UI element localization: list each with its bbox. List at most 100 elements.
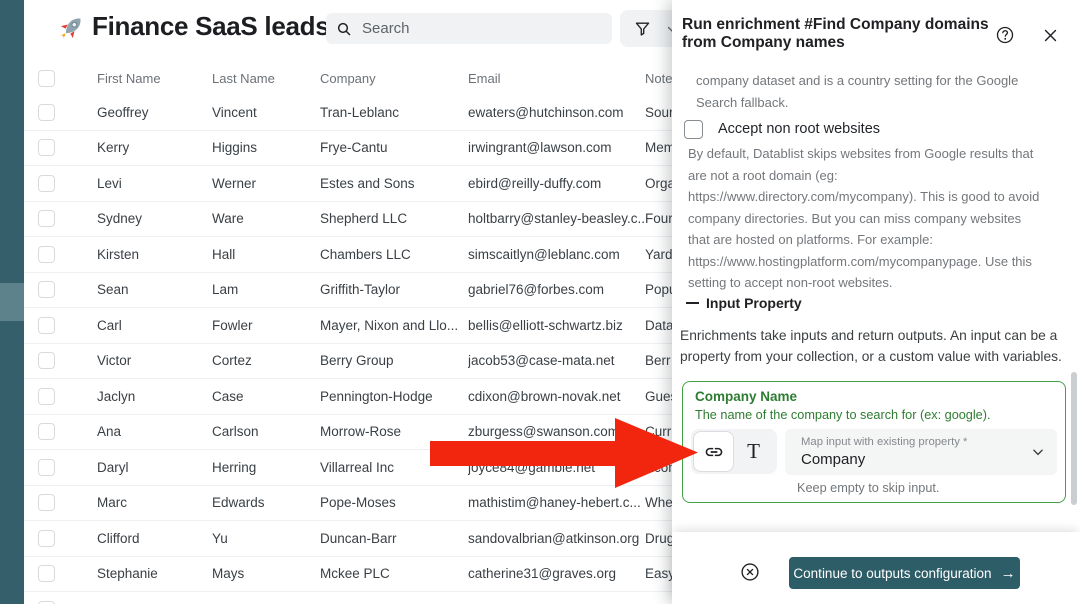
cell-email: irwingrant@lawson.com	[468, 140, 645, 155]
cell-first-name: Geoffrey	[97, 105, 212, 120]
cell-email: holtbarry@stanley-beasley.c...	[468, 211, 645, 226]
input-property-section-title: Input Property	[706, 295, 802, 311]
cell-email: mathistim@haney-hebert.c...	[468, 495, 645, 510]
enrichment-panel: Run enrichment #Find Company domains fro…	[672, 0, 1080, 604]
row-checkbox[interactable]	[38, 459, 55, 476]
cell-company: Pope-Moses	[320, 495, 468, 510]
company-name-input-card: Company Name The name of the company to …	[682, 381, 1066, 503]
cell-company: Duncan-Barr	[320, 531, 468, 546]
row-checkbox[interactable]	[38, 530, 55, 547]
cell-first-name: Victor	[97, 353, 212, 368]
filter-funnel-icon	[634, 20, 651, 37]
cell-company: Estes and Sons	[320, 176, 468, 191]
cell-first-name: Levi	[97, 176, 212, 191]
row-checkbox[interactable]	[38, 388, 55, 405]
input-mode-toggle: T	[691, 429, 777, 474]
cell-last-name: Herring	[212, 460, 320, 475]
column-header-email[interactable]: Email	[468, 71, 645, 86]
column-header-company[interactable]: Company	[320, 71, 468, 86]
accept-non-root-checkbox[interactable]	[684, 120, 703, 139]
help-icon	[995, 25, 1015, 45]
panel-scrollbar-thumb[interactable]	[1071, 372, 1077, 505]
scrolled-paragraph: company dataset and is a country setting…	[696, 70, 1032, 113]
left-minimap-strip[interactable]	[0, 0, 24, 604]
continue-button-label: Continue to outputs configuration	[793, 566, 991, 581]
select-all-checkbox[interactable]	[38, 70, 55, 87]
row-checkbox[interactable]	[38, 175, 55, 192]
cell-first-name: Jaclyn	[97, 389, 212, 404]
cell-first-name: Sydney	[97, 211, 212, 226]
cell-email: simscaitlyn@leblanc.com	[468, 247, 645, 262]
cell-first-name: Kirsten	[97, 247, 212, 262]
cell-first-name: Kerry	[97, 140, 212, 155]
row-checkbox[interactable]	[38, 494, 55, 511]
cell-first-name: Clifford	[97, 531, 212, 546]
column-header-first-name[interactable]: First Name	[97, 71, 212, 86]
input-helper-text: Keep empty to skip input.	[797, 481, 939, 495]
continue-to-outputs-button[interactable]: Continue to outputs configuration →	[789, 557, 1020, 589]
cell-first-name: Daryl	[97, 460, 212, 475]
cancel-circle-icon	[739, 561, 761, 583]
row-checkbox[interactable]	[38, 104, 55, 121]
cell-email: bellis@elliott-schwartz.biz	[468, 318, 645, 333]
rocket-logo-icon	[58, 13, 86, 41]
row-checkbox[interactable]	[38, 565, 55, 582]
cell-company: Tran-Leblanc	[320, 105, 468, 120]
row-checkbox[interactable]	[38, 281, 55, 298]
cell-company: Berry Group	[320, 353, 468, 368]
cell-last-name: Mays	[212, 566, 320, 581]
search-box[interactable]	[326, 13, 612, 44]
cell-last-name: Fowler	[212, 318, 320, 333]
row-checkbox[interactable]	[38, 423, 55, 440]
row-checkbox[interactable]	[38, 139, 55, 156]
cell-company: Griffith-Taylor	[320, 282, 468, 297]
cell-email: sandovalbrian@atkinson.org	[468, 531, 645, 546]
row-checkbox[interactable]	[38, 317, 55, 334]
cell-last-name: Hall	[212, 247, 320, 262]
cell-last-name: Vincent	[212, 105, 320, 120]
select-chevron-icon	[1031, 445, 1045, 459]
custom-value-mode-button[interactable]: T	[734, 431, 773, 472]
cell-email: cdixon@brown-novak.net	[468, 389, 645, 404]
cell-first-name: Marc	[97, 495, 212, 510]
help-button[interactable]	[994, 24, 1016, 46]
cell-last-name: Werner	[212, 176, 320, 191]
cell-company: Mayer, Nixon and Llo...	[320, 318, 468, 333]
cell-email: gabriel76@forbes.com	[468, 282, 645, 297]
cell-company: Shepherd LLC	[320, 211, 468, 226]
cell-email: zburgess@swanson.com	[468, 424, 645, 439]
column-header-last-name[interactable]: Last Name	[212, 71, 320, 86]
row-checkbox[interactable]	[38, 352, 55, 369]
collapse-section-icon[interactable]	[686, 302, 699, 304]
page-title: Finance SaaS leads	[92, 11, 329, 42]
cell-company: Frye-Cantu	[320, 140, 468, 155]
panel-title: Run enrichment #Find Company domains fro…	[682, 16, 1000, 51]
close-panel-button[interactable]	[1040, 25, 1060, 45]
minimap-viewport-thumb[interactable]	[0, 283, 24, 321]
cell-last-name: Ware	[212, 211, 320, 226]
cell-company: Villarreal Inc	[320, 460, 468, 475]
search-icon	[336, 21, 352, 37]
cell-email: ewaters@hutchinson.com	[468, 105, 645, 120]
close-icon	[1042, 27, 1059, 44]
cell-first-name: Ana	[97, 424, 212, 439]
cell-last-name: Higgins	[212, 140, 320, 155]
accept-non-root-description: By default, Datablist skips websites fro…	[688, 143, 1042, 294]
row-checkbox[interactable]	[38, 246, 55, 263]
search-input[interactable]	[362, 20, 602, 37]
cell-last-name: Yu	[212, 531, 320, 546]
top-bar: Finance SaaS leads	[24, 0, 672, 58]
select-label: Map input with existing property *	[801, 436, 967, 448]
map-property-select[interactable]: Map input with existing property * Compa…	[785, 429, 1057, 475]
link-icon	[704, 442, 724, 462]
cell-last-name: Lam	[212, 282, 320, 297]
input-card-subtitle: The name of the company to search for (e…	[695, 408, 991, 422]
cell-first-name: Sean	[97, 282, 212, 297]
row-checkbox[interactable]	[38, 210, 55, 227]
map-property-mode-button[interactable]	[693, 431, 734, 472]
app-root: Finance SaaS leads First Name Last Name …	[0, 0, 1080, 604]
cancel-button[interactable]	[739, 561, 761, 583]
cell-company: Chambers LLC	[320, 247, 468, 262]
cell-email: ebird@reilly-duffy.com	[468, 176, 645, 191]
input-card-title: Company Name	[695, 389, 797, 404]
